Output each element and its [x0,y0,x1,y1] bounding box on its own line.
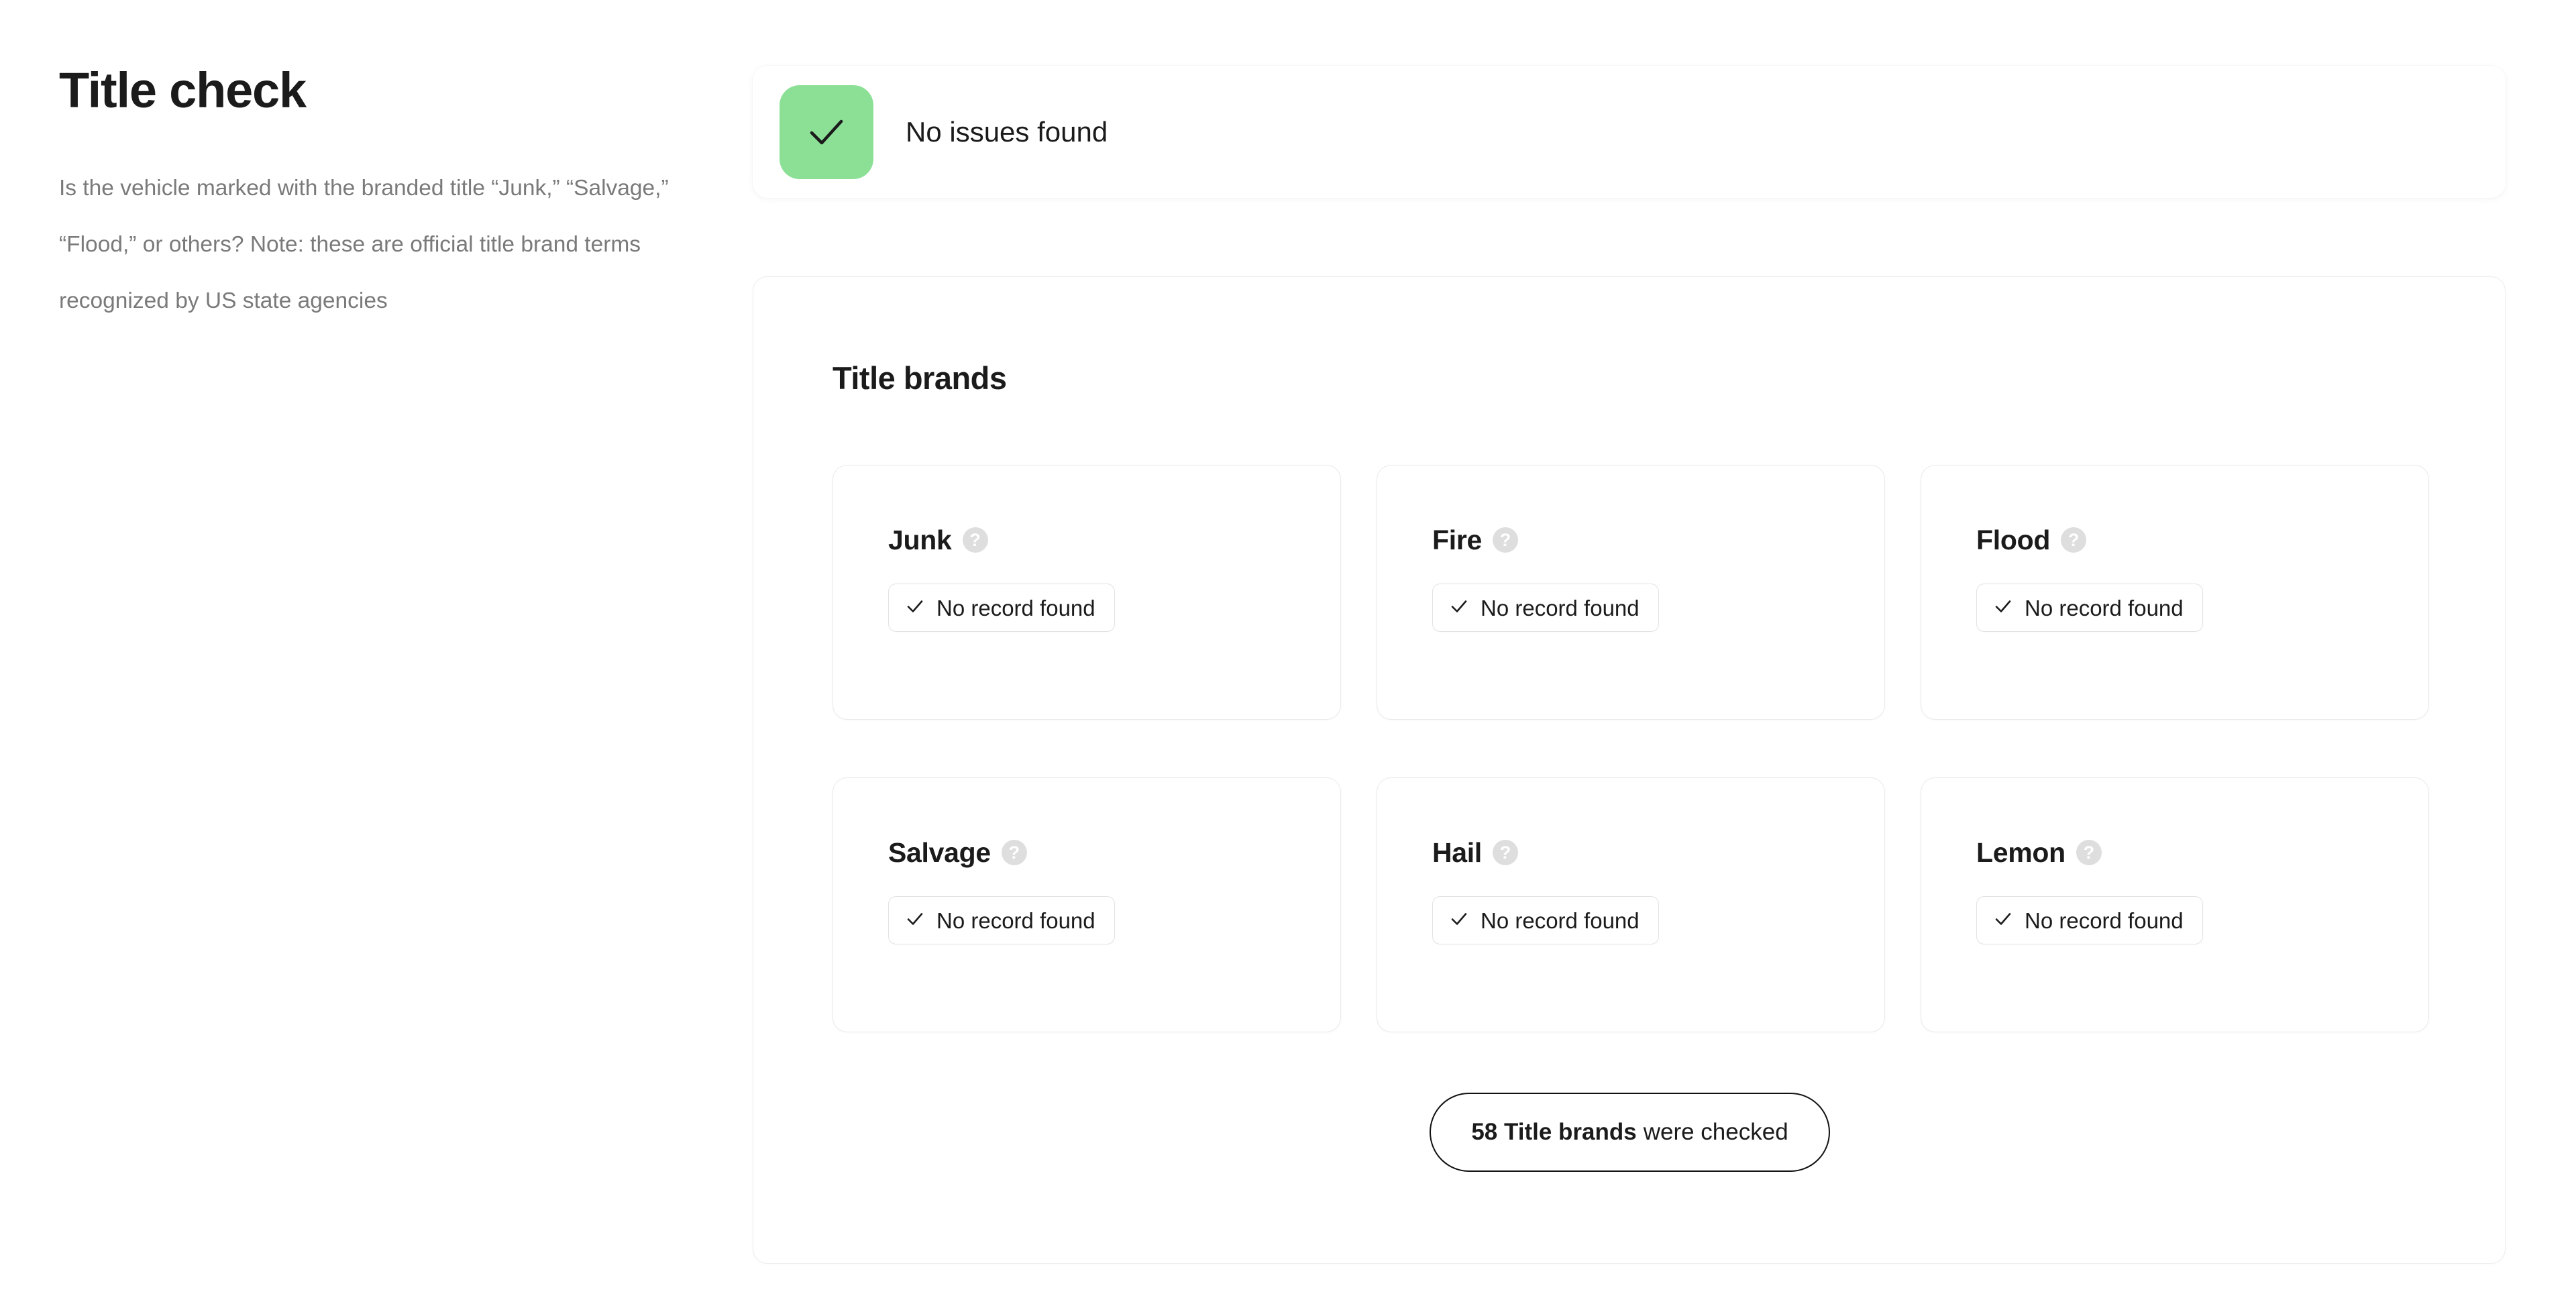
check-icon [1993,596,2013,620]
brand-name: Hail [1432,836,1482,868]
title-check-page: Title check Is the vehicle marked with t… [0,0,2576,1310]
title-brands-panel: Title brands Junk ? No record found Fire… [753,276,2506,1264]
brands-checked-button[interactable]: 58 Title brands were checked [1430,1093,1830,1172]
check-icon [1449,596,1469,620]
brand-name: Junk [888,524,952,555]
panel-title: Title brands [833,360,1007,396]
brand-card-lemon: Lemon ? No record found [1921,777,2429,1032]
record-status-label: No record found [936,595,1095,620]
brand-card-header: Fire ? [1432,525,1884,555]
check-icon [1993,909,2013,932]
section-intro: Title check Is the vehicle marked with t… [59,66,696,329]
brand-card-header: Hail ? [1432,837,1884,868]
brand-card-junk: Junk ? No record found [833,465,1341,720]
record-status-label: No record found [936,908,1095,933]
record-status-label: No record found [1481,595,1640,620]
brand-card-salvage: Salvage ? No record found [833,777,1341,1032]
help-icon[interactable]: ? [1493,840,1518,865]
brand-card-flood: Flood ? No record found [1921,465,2429,720]
record-status-pill: No record found [1976,584,2203,632]
record-status-pill: No record found [888,584,1115,632]
check-icon [800,106,853,158]
section-description: Is the vehicle marked with the branded t… [59,176,669,313]
brand-name: Salvage [888,836,991,868]
success-badge [780,85,873,179]
brand-name: Lemon [1976,836,2065,868]
check-icon [905,596,925,620]
brand-card-header: Lemon ? [1976,837,2428,868]
brand-card-hail: Hail ? No record found [1377,777,1885,1032]
brand-name: Flood [1976,524,2051,555]
brand-card-header: Junk ? [888,525,1340,555]
check-icon [1449,909,1469,932]
title-brands-grid: Junk ? No record found Fire ? No record … [833,465,2429,1032]
brand-name: Fire [1432,524,1482,555]
brand-card-fire: Fire ? No record found [1377,465,1885,720]
summary-row: 58 Title brands were checked [753,1093,2506,1172]
record-status-label: No record found [1481,908,1640,933]
status-banner: No issues found [753,66,2506,198]
brands-checked-suffix: were checked [1643,1119,1788,1145]
help-icon[interactable]: ? [1493,527,1518,553]
record-status-pill: No record found [1432,584,1659,632]
record-status-pill: No record found [888,896,1115,944]
results-column: No issues found Title brands Junk ? No r… [753,66,2506,1264]
help-icon[interactable]: ? [962,527,988,553]
page-title: Title check [59,62,307,118]
record-status-pill: No record found [1976,896,2203,944]
record-status-label: No record found [2025,908,2184,933]
help-icon[interactable]: ? [2076,840,2102,865]
record-status-pill: No record found [1432,896,1659,944]
record-status-label: No record found [2025,595,2184,620]
status-banner-label: No issues found [906,115,1108,148]
brand-card-header: Salvage ? [888,837,1340,868]
help-icon[interactable]: ? [1001,840,1027,865]
check-icon [905,909,925,932]
help-icon[interactable]: ? [2061,527,2087,553]
brand-card-header: Flood ? [1976,525,2428,555]
brands-checked-count: 58 Title brands [1471,1119,1637,1145]
